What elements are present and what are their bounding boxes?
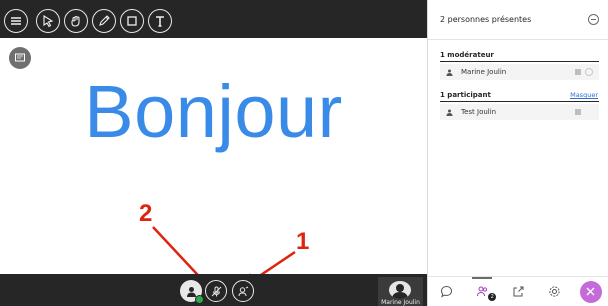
presenter-avatar (389, 281, 411, 299)
microphone-muted-icon[interactable] (205, 280, 227, 302)
tab-chat[interactable] (428, 277, 464, 306)
text-icon[interactable] (148, 9, 172, 33)
grip-icon (575, 109, 581, 115)
avatar-icon[interactable] (180, 280, 204, 304)
participant-name: Test Joulin (461, 108, 497, 116)
participants-count-badge: 2 (488, 293, 497, 301)
participants-icon (476, 286, 487, 297)
participants-panel: 2 personnes présentes 1 modérateur Marin… (427, 0, 608, 306)
rectangle-icon[interactable] (120, 9, 144, 33)
whiteboard-settings-icon[interactable] (9, 47, 31, 69)
tab-share[interactable] (500, 277, 536, 306)
pencil-icon[interactable] (92, 9, 116, 33)
panel-tabs: 2 (428, 276, 608, 306)
menu-icon[interactable] (4, 9, 28, 33)
settings-icon (549, 286, 560, 297)
presenter-video-tile[interactable]: Marine Joulin (378, 277, 423, 306)
moderators-heading: 1 modérateur (440, 51, 494, 59)
more-options-icon[interactable] (585, 68, 593, 76)
annotation-number-2: 2 (139, 200, 153, 227)
moderator-row[interactable]: Marine Joulin (440, 64, 599, 80)
select-arrow-icon[interactable] (36, 9, 60, 33)
media-controls-bar (0, 274, 427, 306)
person-icon (446, 69, 453, 76)
panel-title: 2 personnes présentes (440, 15, 532, 24)
share-icon (513, 286, 524, 297)
tab-settings[interactable] (537, 277, 573, 306)
camera-off-icon[interactable] (232, 280, 254, 302)
pan-hand-icon[interactable] (64, 9, 88, 33)
hide-participants-link[interactable]: Masquer (570, 91, 598, 99)
close-icon[interactable] (579, 280, 602, 303)
whiteboard-text: Bonjour (84, 70, 343, 153)
tab-participants[interactable]: 2 (464, 277, 500, 306)
online-status-icon (195, 295, 204, 304)
participant-row[interactable]: Test Joulin (440, 104, 599, 120)
chat-icon (440, 285, 452, 298)
whiteboard-toolbar (4, 9, 172, 35)
tab-close-panel[interactable] (573, 277, 608, 306)
collaborate-stage: Bonjour 2 1 Marine Joulin (0, 0, 427, 306)
moderators-divider (440, 61, 599, 62)
presenter-name: Marine Joulin (381, 299, 420, 306)
collapse-panel-icon[interactable] (588, 14, 599, 25)
panel-header: 2 personnes présentes (428, 0, 608, 40)
annotation-number-1: 1 (296, 228, 310, 255)
moderator-name: Marine Joulin (461, 68, 507, 76)
person-icon (446, 109, 453, 116)
grip-icon (575, 69, 581, 75)
participants-divider (440, 101, 599, 102)
whiteboard[interactable]: Bonjour (0, 38, 427, 274)
participants-heading: 1 participant (440, 91, 491, 99)
